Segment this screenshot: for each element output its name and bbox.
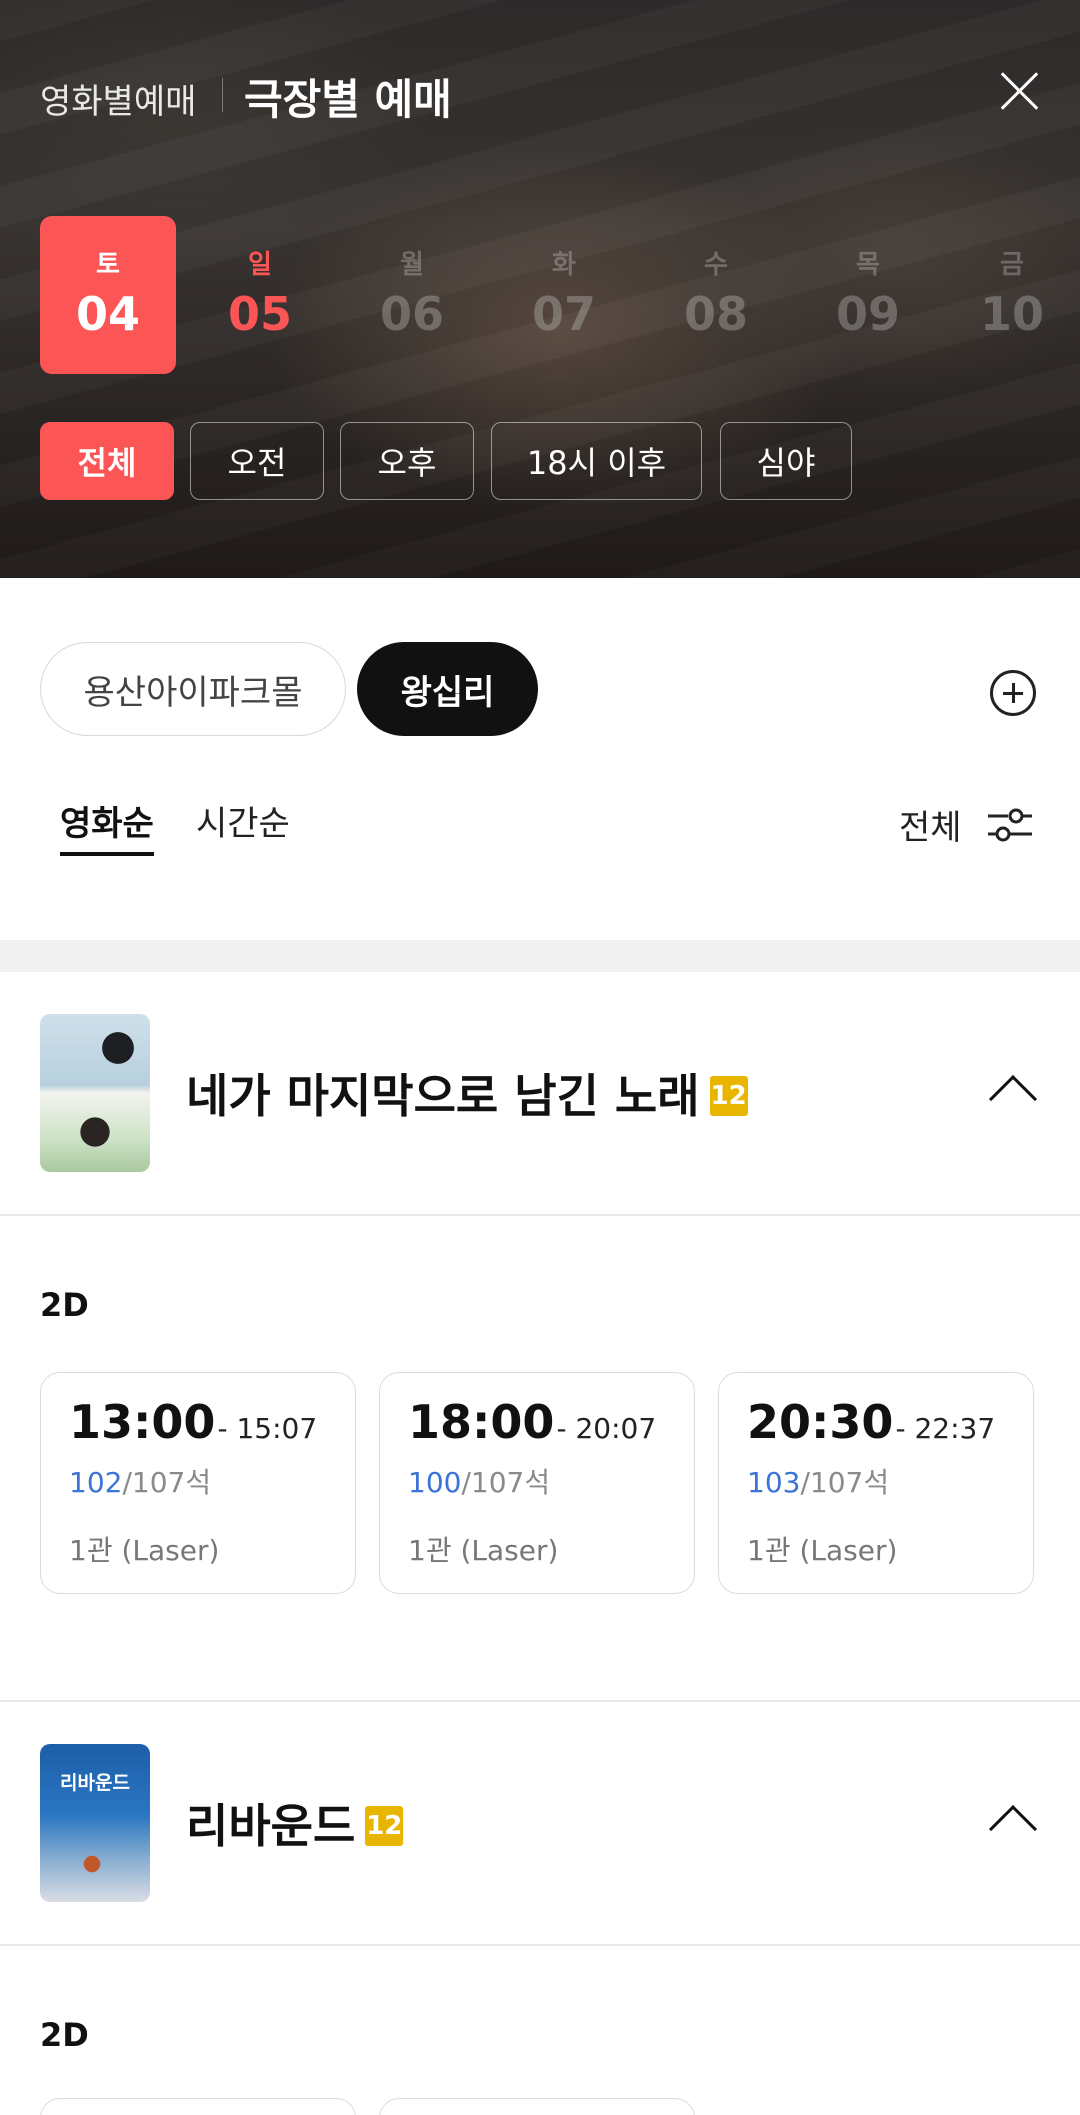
header-banner: 영화별예매 극장별 예매 토 04 일 05 월 06 화 07 수 08 목 …	[0, 0, 1080, 578]
sort-tab-indicator	[60, 852, 154, 856]
screen-format: 2D	[40, 1286, 89, 1324]
showtime-card[interactable]	[379, 2098, 695, 2115]
section-separator	[0, 940, 1080, 972]
tab-movie-booking[interactable]: 영화별예매	[40, 74, 196, 123]
date-weekday: 토	[96, 250, 120, 280]
time-filter-late-night[interactable]: 심야	[720, 422, 852, 500]
hall-name: 1관 (Laser)	[408, 1534, 559, 1567]
movie-poster[interactable]: 리바운드	[40, 1744, 150, 1902]
date-item[interactable]: 목 09	[800, 216, 936, 374]
showtime-end: - 20:07	[556, 1412, 657, 1445]
seat-count: 103/107석	[747, 1466, 890, 1499]
date-item[interactable]: 월 06	[344, 216, 480, 374]
time-filter-evening[interactable]: 18시 이후	[491, 422, 702, 500]
showtime-end: - 15:07	[217, 1412, 318, 1445]
seat-count: 102/107석	[69, 1466, 212, 1499]
date-day: 06	[379, 287, 444, 341]
showtime-card[interactable]	[40, 2098, 356, 2115]
showtime-start: 13:00- 15:07	[69, 1395, 318, 1449]
movie-title[interactable]: 리바운드 12	[186, 1790, 404, 1856]
showtime-card[interactable]: 18:00- 20:07 100/107석 1관 (Laser)	[379, 1372, 695, 1594]
add-theater-icon[interactable]	[990, 670, 1036, 716]
chevron-up-icon[interactable]	[988, 1804, 1038, 1854]
showtime-end: - 22:37	[895, 1412, 996, 1445]
date-weekday: 월	[400, 250, 424, 280]
showtime-card[interactable]: 13:00- 15:07 102/107석 1관 (Laser)	[40, 1372, 356, 1594]
date-day: 08	[683, 287, 748, 341]
date-item[interactable]: 수 08	[648, 216, 784, 374]
filter-label[interactable]: 전체	[899, 800, 962, 849]
date-weekday: 금	[1000, 250, 1024, 280]
date-item[interactable]: 토 04	[40, 216, 176, 374]
divider	[0, 1700, 1080, 1702]
sort-by-movie-tab[interactable]: 영화순	[60, 796, 154, 845]
tab-divider	[222, 78, 223, 112]
showtime-start: 20:30- 22:37	[747, 1395, 996, 1449]
age-rating-badge: 12	[365, 1805, 404, 1846]
date-item[interactable]: 금 10	[944, 216, 1080, 374]
movie-poster[interactable]	[40, 1014, 150, 1172]
movie-title-text: 네가 마지막으로 남긴 노래	[186, 1069, 700, 1123]
sort-by-time-tab[interactable]: 시간순	[196, 796, 290, 845]
time-filter-afternoon[interactable]: 오후	[340, 422, 474, 500]
divider	[0, 1214, 1080, 1216]
movie-title[interactable]: 네가 마지막으로 남긴 노래 12	[186, 1060, 748, 1126]
time-filter-all[interactable]: 전체	[40, 422, 174, 500]
date-weekday: 수	[704, 250, 728, 280]
time-filter-morning[interactable]: 오전	[190, 422, 324, 500]
theater-chip-yongsan[interactable]: 용산아이파크몰	[40, 642, 346, 736]
date-day: 05	[227, 287, 292, 341]
chevron-up-icon[interactable]	[988, 1074, 1038, 1124]
divider	[0, 1944, 1080, 1946]
date-day: 10	[979, 287, 1044, 341]
age-rating-badge: 12	[709, 1075, 748, 1116]
close-icon[interactable]	[994, 66, 1044, 116]
date-weekday: 화	[552, 250, 576, 280]
date-day: 04	[75, 287, 140, 341]
hall-name: 1관 (Laser)	[69, 1534, 220, 1567]
screen-format: 2D	[40, 2016, 89, 2054]
date-day: 09	[835, 287, 900, 341]
date-item[interactable]: 화 07	[496, 216, 632, 374]
showtime-start: 18:00- 20:07	[408, 1395, 657, 1449]
theater-chip-wangsimni[interactable]: 왕십리	[357, 642, 538, 736]
hall-name: 1관 (Laser)	[747, 1534, 898, 1567]
showtime-card[interactable]: 20:30- 22:37 103/107석 1관 (Laser)	[718, 1372, 1034, 1594]
seat-count: 100/107석	[408, 1466, 551, 1499]
movie-title-text: 리바운드	[186, 1799, 356, 1853]
date-item[interactable]: 일 05	[192, 216, 328, 374]
tab-theater-booking[interactable]: 극장별 예매	[244, 66, 452, 127]
date-day: 07	[531, 287, 596, 341]
date-weekday: 일	[248, 250, 272, 280]
filter-settings-icon[interactable]	[986, 804, 1034, 844]
poster-title-text: 리바운드	[60, 1772, 130, 1794]
date-weekday: 목	[856, 250, 880, 280]
